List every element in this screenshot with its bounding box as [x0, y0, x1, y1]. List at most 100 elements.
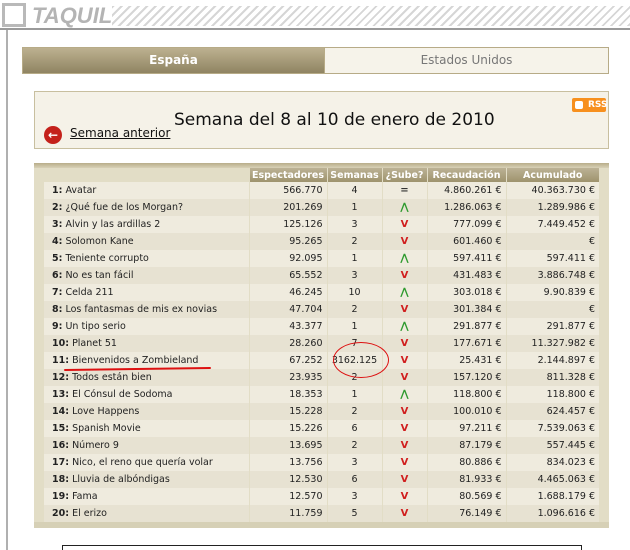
movie-title-cell[interactable]: 8: Los fantasmas de mis ex novias [44, 301, 249, 318]
revenue-cell: 118.800 € [426, 386, 506, 403]
table-row: 14: Love Happens 15.228 2 V 100.010 €624.457… [44, 403, 599, 420]
movie-title-cell[interactable]: 1: Avatar [44, 182, 249, 199]
cumulative-cell: 624.457 € [505, 403, 599, 420]
table-row: 20: El erizo 11.759 5 V 76.149 €1.096.616 € [44, 505, 599, 522]
movie-title-cell[interactable]: 2: ¿Qué fue de los Morgan? [44, 199, 249, 216]
movie-title-cell[interactable]: 5: Teniente corrupto [44, 250, 249, 267]
trend-cell: ⋀ [381, 386, 427, 403]
weeks-cell: 1 [326, 318, 382, 335]
viewers-cell: 12.570 [248, 488, 327, 505]
trend-down-icon: V [400, 508, 409, 519]
table-row: 2: ¿Qué fue de los Morgan? 201.269 1 ⋀ 1.286… [44, 199, 599, 216]
revenue-cell: 80.569 € [426, 488, 506, 505]
header-viewers: Espectadores [248, 168, 327, 182]
revenue-cell: 291.877 € [426, 318, 506, 335]
revenue-cell: 81.933 € [426, 471, 506, 488]
movie-title: Love Happens [72, 406, 140, 417]
trend-up-icon: ⋀ [400, 389, 409, 400]
movie-title-cell[interactable]: 14: Love Happens [44, 403, 249, 420]
weeks-cell: 2 [326, 437, 382, 454]
trend-down-icon: V [400, 304, 409, 315]
trend-cell: V [381, 420, 427, 437]
movie-title: No es tan fácil [65, 270, 134, 281]
viewers-cell: 12.530 [248, 471, 327, 488]
revenue-cell: 25.431 € [426, 352, 506, 369]
rank-label: 3: [52, 219, 63, 230]
movie-title-cell[interactable]: 17: Nico, el reno que quería volar [44, 454, 249, 471]
logo-box-icon [2, 3, 26, 27]
viewers-cell: 65.552 [248, 267, 327, 284]
movie-title-cell[interactable]: 16: Número 9 [44, 437, 249, 454]
rank-label: 4: [52, 236, 63, 247]
table-row: 17: Nico, el reno que quería volar 13.756… [44, 454, 599, 471]
weeks-cell: 1 [326, 199, 382, 216]
rss-icon [576, 101, 583, 109]
trend-cell: V [381, 267, 427, 284]
movie-title: Número 9 [72, 440, 119, 451]
rank-label: 10: [52, 338, 70, 349]
movie-title-cell[interactable]: 3: Alvin y las ardillas 2 [44, 216, 249, 233]
revenue-cell: 301.384 € [426, 301, 506, 318]
movie-title-cell[interactable]: 4: Solomon Kane [44, 233, 249, 250]
weeks-cell: 3162.125 [326, 352, 382, 369]
viewers-cell: 201.269 [248, 199, 327, 216]
movie-title-cell[interactable]: 18: Lluvia de albóndigas [44, 471, 249, 488]
trend-cell: V [381, 233, 427, 250]
arrow-left-icon[interactable]: ← [44, 126, 62, 144]
trend-cell: V [381, 216, 427, 233]
viewers-cell: 46.245 [248, 284, 327, 301]
table-row: 16: Número 9 13.695 2 V 87.179 €557.445 € [44, 437, 599, 454]
cumulative-cell: 1.289.986 € [505, 199, 599, 216]
movie-title: Bienvenidos a Zombieland [72, 355, 199, 366]
rss-button[interactable]: RSS [572, 98, 608, 112]
cumulative-cell: 118.800 € [505, 386, 599, 403]
cumulative-cell: 3.886.748 € [505, 267, 599, 284]
tab-estados-unidos[interactable]: Estados Unidos [324, 48, 608, 73]
movie-title-cell[interactable]: 13: El Cónsul de Sodoma [44, 386, 249, 403]
table-row: 9: Un tipo serio 43.377 1 ⋀ 291.877 €291.877… [44, 318, 599, 335]
weeks-cell: 2 [326, 233, 382, 250]
weeks-cell: 3 [326, 488, 382, 505]
weeks-cell: 3 [326, 216, 382, 233]
revenue-cell: 4.860.261 € [426, 182, 506, 199]
tab-espana[interactable]: España [23, 48, 324, 73]
cumulative-cell: 597.411 € [505, 250, 599, 267]
box-office-table-frame: Espectadores Semanas ¿Sube? Recaudación … [34, 163, 609, 528]
cumulative-cell: 40.363.730 € [505, 182, 599, 199]
viewers-cell: 43.377 [248, 318, 327, 335]
trend-down-icon: V [400, 457, 409, 468]
trend-cell: ⋀ [381, 250, 427, 267]
movie-title-cell[interactable]: 6: No es tan fácil [44, 267, 249, 284]
weeks-cell: 6 [326, 420, 382, 437]
weeks-cell: 3 [326, 454, 382, 471]
cumulative-cell: 834.023 € [505, 454, 599, 471]
cumulative-cell: 2.144.897 € [505, 352, 599, 369]
header-weeks: Semanas [326, 168, 382, 182]
viewers-cell: 92.095 [248, 250, 327, 267]
header-stripes [112, 6, 630, 26]
trend-cell: V [381, 301, 427, 318]
movie-title-cell[interactable]: 15: Spanish Movie [44, 420, 249, 437]
trend-cell: V [381, 437, 427, 454]
movie-title-cell[interactable]: 20: El erizo [44, 505, 249, 522]
movie-title-cell[interactable]: 19: Fama [44, 488, 249, 505]
weeks-cell: 1 [326, 250, 382, 267]
movie-title-cell[interactable]: 7: Celda 211 [44, 284, 249, 301]
cumulative-cell: 1.688.179 € [505, 488, 599, 505]
movie-title-cell[interactable]: 11: Bienvenidos a Zombieland [44, 352, 249, 369]
trend-down-icon: V [400, 406, 409, 417]
revenue-cell: 177.671 € [426, 335, 506, 352]
movie-title-cell[interactable]: 9: Un tipo serio [44, 318, 249, 335]
trend-down-icon: V [400, 440, 409, 451]
revenue-cell: 1.286.063 € [426, 199, 506, 216]
movie-title-cell[interactable]: 12: Todos están bien [44, 369, 249, 386]
movie-title: Un tipo serio [65, 321, 126, 332]
table-row: 3: Alvin y las ardillas 2 125.126 3 V 777.09… [44, 216, 599, 233]
previous-week-link[interactable]: Semana anterior [70, 126, 170, 140]
weeks-cell: 6 [326, 471, 382, 488]
weeks-cell: 7 [326, 335, 382, 352]
cumulative-cell: 4.465.063 € [505, 471, 599, 488]
revenue-cell: 97.211 € [426, 420, 506, 437]
rank-label: 19: [52, 491, 70, 502]
movie-title-cell[interactable]: 10: Planet 51 [44, 335, 249, 352]
